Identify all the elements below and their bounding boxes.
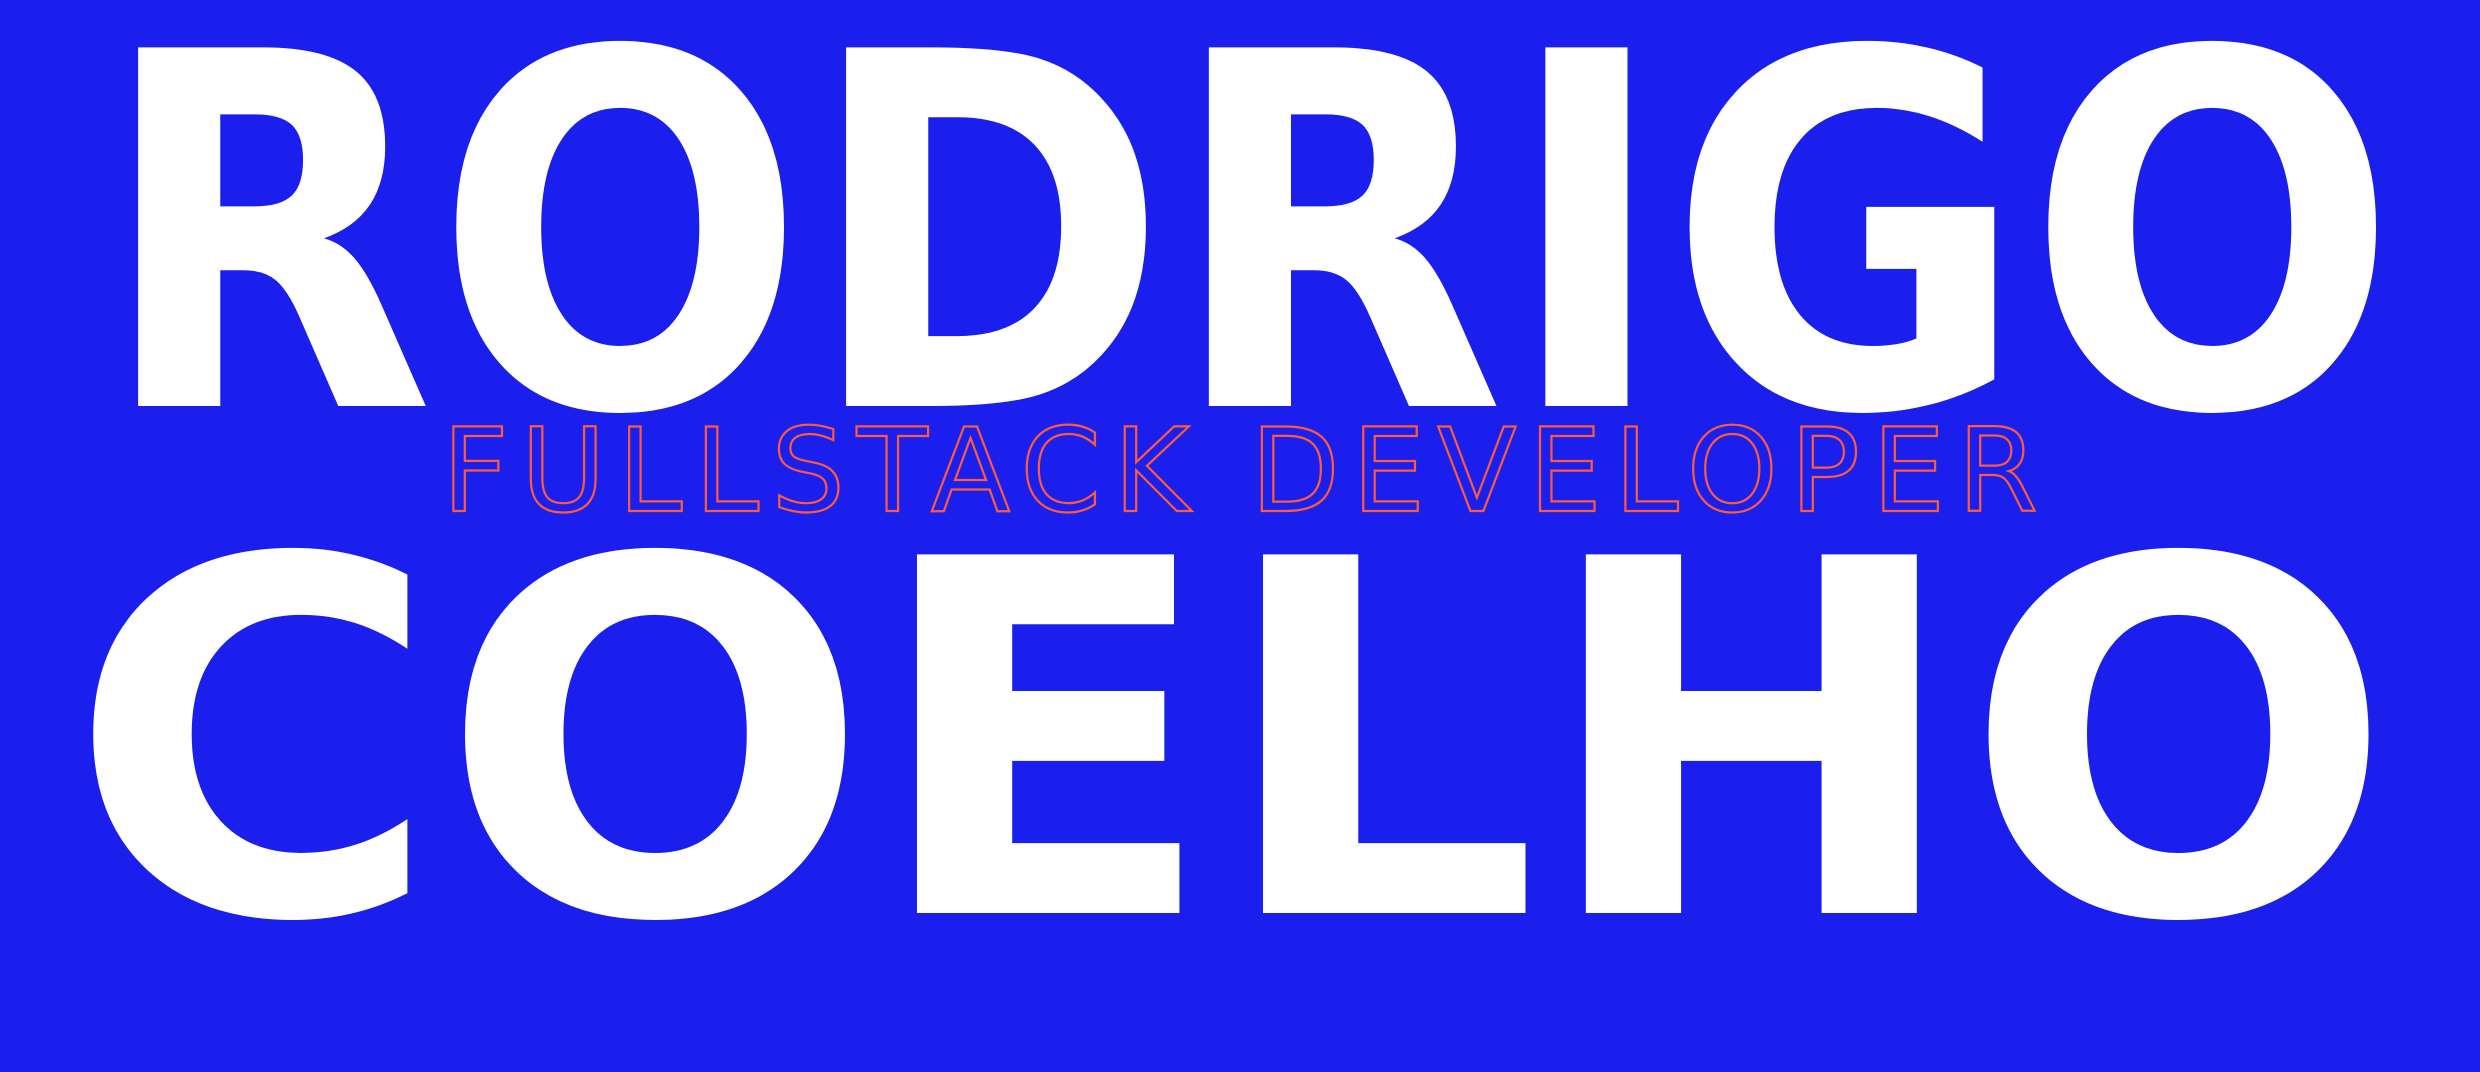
hero-section: RODRIGO FULLSTACK DEVELOPER COELHO bbox=[0, 0, 2480, 1072]
hero-name-graphic: RODRIGO FULLSTACK DEVELOPER COELHO bbox=[68, 0, 2398, 1030]
last-name-heading: COELHO bbox=[68, 457, 2394, 1030]
